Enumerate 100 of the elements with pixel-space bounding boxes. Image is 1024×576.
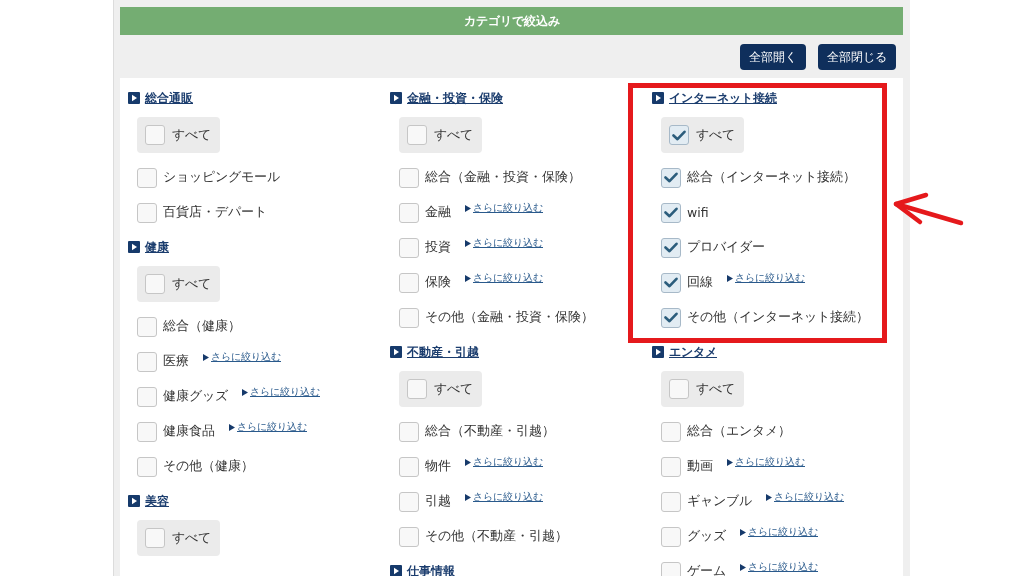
triangle-icon [740, 528, 746, 536]
checkbox[interactable] [661, 272, 681, 293]
checkbox-label: その他（金融・投資・保険） [425, 309, 594, 326]
play-square-icon [652, 92, 664, 104]
refine-link[interactable]: さらに絞り込む [465, 271, 543, 285]
category-title-link[interactable]: 仕事情報 [407, 562, 455, 576]
checkmark-icon [672, 129, 686, 141]
checkbox-label: すべて [696, 126, 735, 144]
category-title-link[interactable]: エンタメ [669, 343, 717, 361]
checkbox-label: 総合（健康） [163, 318, 241, 335]
checkmark-icon [664, 277, 678, 288]
checkbox[interactable] [145, 125, 165, 145]
checkbox[interactable] [137, 351, 157, 372]
play-square-icon [390, 92, 402, 104]
category-title-link[interactable]: 不動産・引越 [407, 343, 479, 361]
checkbox-label: すべて [172, 275, 211, 293]
checkbox-label: ゲーム [687, 563, 726, 576]
checkbox[interactable] [661, 456, 681, 477]
checkbox[interactable] [137, 456, 157, 477]
triangle-icon [229, 423, 235, 431]
checkbox[interactable] [661, 167, 681, 188]
checkbox-label: すべて [696, 380, 735, 398]
panel-header: カテゴリで絞込み [120, 7, 903, 35]
triangle-icon [727, 274, 733, 282]
checkmark-icon [664, 312, 678, 323]
checkbox[interactable] [661, 307, 681, 328]
play-square-icon [128, 92, 140, 104]
checkbox-label: 健康食品 [163, 423, 215, 440]
triangle-icon [465, 239, 471, 247]
triangle-icon [465, 274, 471, 282]
toolbar-button[interactable]: 全部開く [740, 44, 806, 70]
refine-link[interactable]: さらに絞り込む [465, 490, 543, 504]
category-title-link[interactable]: 健康 [145, 238, 169, 256]
checkbox[interactable] [137, 316, 157, 337]
refine-link[interactable]: さらに絞り込む [740, 560, 818, 574]
refine-link[interactable]: さらに絞り込む [766, 490, 844, 504]
checkbox[interactable] [399, 491, 419, 512]
play-square-icon [128, 495, 140, 507]
checkbox[interactable] [137, 386, 157, 407]
checkbox[interactable] [661, 421, 681, 442]
toolbar-button[interactable]: 全部閉じる [818, 44, 896, 70]
refine-link[interactable]: さらに絞り込む [242, 385, 320, 399]
checkbox[interactable] [669, 125, 689, 145]
arrow-annotation [892, 192, 964, 228]
checkbox[interactable] [145, 528, 165, 548]
checkbox[interactable] [661, 202, 681, 223]
checkbox-label: すべて [172, 126, 211, 144]
triangle-icon [727, 458, 733, 466]
checkbox-label: 動画 [687, 458, 713, 475]
refine-link[interactable]: さらに絞り込む [740, 525, 818, 539]
refine-link[interactable]: さらに絞り込む [465, 201, 543, 215]
checkbox[interactable] [399, 237, 419, 258]
refine-link[interactable]: さらに絞り込む [727, 455, 805, 469]
refine-link[interactable]: さらに絞り込む [465, 455, 543, 469]
category-title-link[interactable]: 美容 [145, 492, 169, 510]
checkbox-label: 総合（不動産・引越） [425, 423, 555, 440]
refine-link[interactable]: さらに絞り込む [727, 271, 805, 285]
checkbox-label: その他（インターネット接続） [687, 309, 869, 326]
checkmark-icon [664, 172, 678, 183]
checkbox[interactable] [399, 307, 419, 328]
category-title-link[interactable]: 総合通販 [145, 89, 193, 107]
checkbox[interactable] [399, 456, 419, 477]
refine-link[interactable]: さらに絞り込む [203, 350, 281, 364]
checkbox-label: ショッピングモール [163, 169, 280, 186]
triangle-icon [766, 493, 772, 501]
refine-link[interactable]: さらに絞り込む [465, 236, 543, 250]
checkbox-label: 百貨店・デパート [163, 204, 267, 221]
checkbox[interactable] [407, 379, 427, 399]
checkbox[interactable] [399, 167, 419, 188]
checkbox-label: 総合（金融・投資・保険） [425, 169, 581, 186]
checkbox-label: 引越 [425, 493, 451, 510]
checkbox-label: 金融 [425, 204, 451, 221]
checkbox[interactable] [661, 491, 681, 512]
checkbox-label: wifi [687, 205, 709, 220]
checkbox-label: グッズ [687, 528, 726, 545]
checkbox[interactable] [137, 167, 157, 188]
checkbox[interactable] [669, 379, 689, 399]
category-title-link[interactable]: インターネット接続 [669, 89, 777, 107]
checkmark-icon [664, 242, 678, 253]
checkbox[interactable] [399, 421, 419, 442]
checkbox-label: 回線 [687, 274, 713, 291]
checkbox[interactable] [137, 202, 157, 223]
checkbox[interactable] [661, 561, 681, 576]
triangle-icon [740, 563, 746, 571]
checkbox[interactable] [407, 125, 427, 145]
checkbox-label: 医療 [163, 353, 189, 370]
triangle-icon [203, 353, 209, 361]
checkbox-label: 健康グッズ [163, 388, 228, 405]
refine-link[interactable]: さらに絞り込む [229, 420, 307, 434]
checkbox[interactable] [399, 202, 419, 223]
checkbox[interactable] [661, 237, 681, 258]
checkbox-label: すべて [172, 529, 211, 547]
checkbox[interactable] [137, 421, 157, 442]
triangle-icon [465, 493, 471, 501]
triangle-icon [242, 388, 248, 396]
checkbox[interactable] [399, 526, 419, 547]
category-title-link[interactable]: 金融・投資・保険 [407, 89, 503, 107]
checkbox[interactable] [661, 526, 681, 547]
checkbox[interactable] [145, 274, 165, 294]
checkbox[interactable] [399, 272, 419, 293]
